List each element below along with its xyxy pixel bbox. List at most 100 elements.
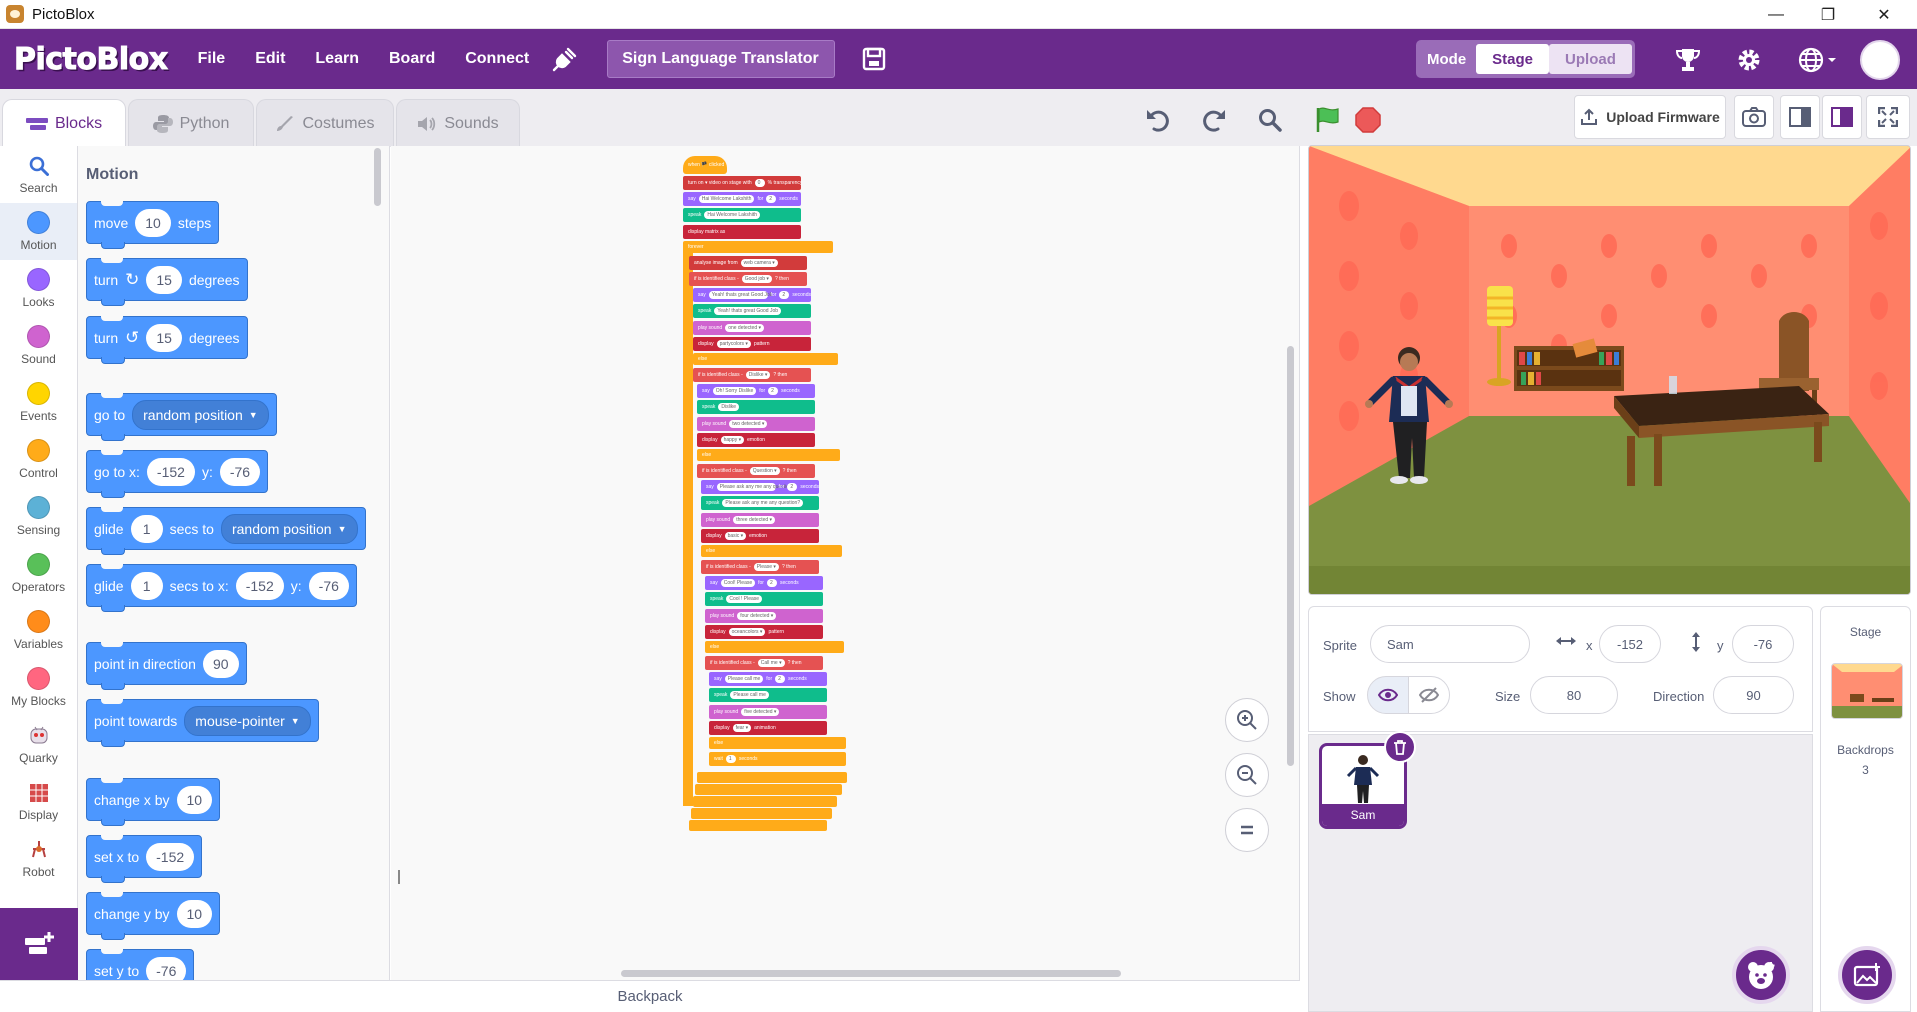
script-block[interactable]: speak Cool ! Please	[705, 592, 823, 607]
script-block[interactable]: wait 1 seconds	[709, 752, 846, 766]
script-block-input[interactable]: Dislike ▾	[745, 371, 771, 379]
mode-stage-button[interactable]: Stage	[1476, 44, 1550, 74]
glide-target-dropdown[interactable]: random position ▼	[220, 513, 358, 544]
steps-input[interactable]: 10	[135, 208, 171, 237]
script-block-input[interactable]: basic ▾	[724, 531, 747, 540]
script-block[interactable]: if is identified class - Dislike ▾? then	[693, 368, 811, 382]
camera-snapshot-button[interactable]	[1734, 95, 1774, 139]
y-input[interactable]: -76	[219, 457, 261, 486]
settings-gear-icon[interactable]	[1734, 45, 1764, 75]
stop-icon[interactable]	[1351, 103, 1385, 137]
set-y-input[interactable]: -76	[146, 956, 187, 980]
size-input[interactable]: 80	[1530, 676, 1618, 714]
mode-upload-button[interactable]: Upload	[1549, 44, 1632, 74]
category-my-blocks[interactable]: My Blocks	[0, 659, 77, 716]
script-block[interactable]: display fear ▾ animation	[709, 720, 827, 735]
script-block-input[interactable]: Please call me	[724, 675, 764, 684]
script-block-input[interactable]: Yeah! thats great Good Job	[708, 291, 772, 300]
zoom-out-button[interactable]	[1225, 753, 1269, 797]
script-block-input[interactable]: Call me ▾	[757, 659, 785, 667]
category-variables[interactable]: Variables	[0, 602, 77, 659]
block-glide-to[interactable]: glide 1 secs to random position ▼	[86, 507, 366, 555]
script-block-input[interactable]: partycolors ▾	[716, 339, 751, 348]
script-block-input[interactable]: Yeah! thats great Good Job	[714, 307, 782, 316]
script-block-input[interactable]: two detected ▾	[729, 419, 768, 428]
degrees-input[interactable]: 15	[146, 323, 182, 352]
script-block[interactable]: else	[697, 449, 840, 461]
script-block[interactable]: turn on ▾ video on stage with 0% transpar…	[683, 176, 801, 190]
block-move-steps[interactable]: move 10 steps	[86, 201, 220, 249]
script-block-input[interactable]: 2	[775, 675, 786, 684]
language-globe-icon[interactable]	[1796, 45, 1840, 75]
category-display[interactable]: Display	[0, 773, 77, 830]
zoom-reset-button[interactable]	[1225, 808, 1269, 852]
script-block-input[interactable]: Cool ! Please	[726, 595, 763, 604]
script-block[interactable]: play sound three detected ▾	[701, 512, 819, 527]
block-go-to-xy[interactable]: go to x: -152 y: -76	[86, 450, 269, 498]
script-block[interactable]: else	[705, 641, 844, 653]
script-block[interactable]: say Hai Welcome Lakshith for 2 seconds	[683, 192, 801, 207]
script-block-input[interactable]: happy ▾	[720, 435, 745, 444]
category-quarky[interactable]: Quarky	[0, 716, 77, 773]
script-block[interactable]: display partycolors ▾ pattern	[693, 336, 811, 351]
menu-learn[interactable]: Learn	[315, 50, 359, 68]
secs-input[interactable]: 1	[130, 514, 163, 543]
tab-blocks[interactable]: Blocks	[2, 99, 126, 147]
script-block-input[interactable]: four detected ▾	[737, 611, 777, 620]
fullscreen-button[interactable]	[1866, 95, 1910, 139]
user-avatar[interactable]	[1860, 40, 1900, 80]
block-turn-left[interactable]: turn ↺ 15 degrees	[86, 316, 248, 364]
script-block-input[interactable]: Please ▾	[753, 563, 779, 571]
script-block-input[interactable]: three detected ▾	[733, 515, 776, 524]
script-block[interactable]: speak Dislike	[697, 400, 815, 415]
category-looks[interactable]: Looks	[0, 260, 77, 317]
block-set-y[interactable]: set y to -76	[86, 949, 195, 980]
script-block-input[interactable]: Hai Welcome Lakshith	[704, 211, 760, 220]
small-stage-button[interactable]	[1780, 95, 1820, 139]
close-button[interactable]: ✕	[1856, 0, 1912, 29]
script-block-input[interactable]: Please ask any me any question?	[716, 483, 795, 492]
block-glide-to-xy[interactable]: glide 1 secs to x: -152 y: -76	[86, 564, 357, 612]
show-sprite-button[interactable]	[1367, 676, 1409, 714]
script-block[interactable]: if is identified class - Question ▾? then	[697, 464, 815, 478]
forever-loop-spine[interactable]	[683, 244, 693, 807]
script-block[interactable]: analyse image from web camera ▾	[689, 255, 807, 270]
script-workspace[interactable]: when 🏴 clicked turn on ▾ video on stage …	[391, 146, 1300, 980]
backpack-bar[interactable]: Backpack	[0, 980, 1300, 1012]
script-block[interactable]: if is identified class - Good job ▾? then	[689, 272, 807, 286]
script-block-input[interactable]: Cool! Please	[720, 579, 756, 588]
change-x-input[interactable]: 10	[176, 785, 213, 814]
undo-icon[interactable]	[1142, 103, 1176, 137]
script-block[interactable]: play sound one detected ▾	[693, 320, 811, 335]
plug-icon[interactable]	[551, 45, 579, 73]
category-operators[interactable]: Operators	[0, 545, 77, 602]
script-block-input[interactable]: Good job ▾	[741, 275, 772, 283]
tab-python[interactable]: Python	[128, 99, 254, 147]
script-block[interactable]: display basic ▾ emotion	[701, 528, 819, 543]
script-block-input[interactable]: oceancolors ▾	[728, 627, 766, 636]
go-to-target-dropdown[interactable]: random position ▼	[132, 399, 269, 430]
search-icon[interactable]	[1253, 103, 1287, 137]
script-block[interactable]: play sound five detected ▾	[709, 704, 827, 719]
block-point-in-direction[interactable]: point in direction 90	[86, 642, 247, 690]
menu-file[interactable]: File	[198, 50, 226, 68]
script-block[interactable]: else	[693, 353, 838, 365]
category-motion[interactable]: Motion	[0, 203, 77, 260]
block-change-y[interactable]: change y by 10	[86, 892, 221, 940]
x-position-input[interactable]: -152	[1599, 625, 1661, 663]
x-input[interactable]: -152	[146, 457, 195, 486]
tab-sounds[interactable]: Sounds	[396, 99, 520, 147]
script-block[interactable]: say Cool! Please for 2 seconds	[705, 576, 823, 591]
category-search[interactable]: Search	[0, 146, 77, 203]
script-block-input[interactable]: 0	[754, 179, 765, 187]
script-block[interactable]: say Oh! Sorry Dislike for 2 seconds	[697, 384, 815, 399]
script-block[interactable]: say Please ask any me any question? for 2 se…	[701, 480, 819, 495]
script-block-input[interactable]: five detected ▾	[741, 707, 780, 716]
script-block[interactable]: speak Please ask any me any question?	[701, 496, 819, 511]
direction-input[interactable]: 90	[202, 649, 239, 678]
script-block[interactable]: if is identified class - Please ▾? then	[701, 560, 819, 574]
script-block-input[interactable]: 2	[787, 483, 798, 492]
menu-connect[interactable]: Connect	[465, 50, 529, 68]
secs-input[interactable]: 1	[130, 571, 163, 600]
script-block-input[interactable]: Question ▾	[749, 467, 780, 475]
